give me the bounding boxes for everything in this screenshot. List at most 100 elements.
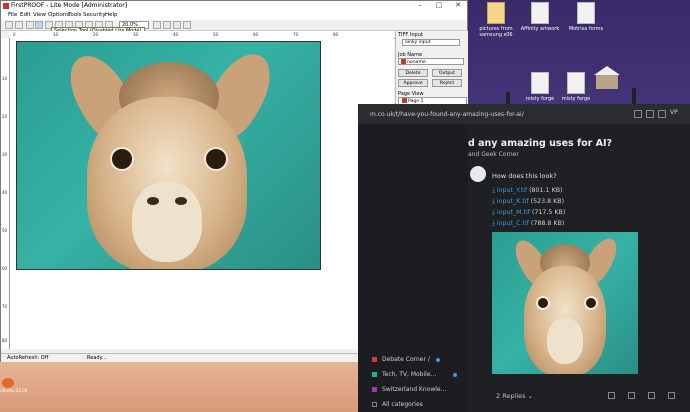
category-label: Switzerland Knowle...: [382, 386, 447, 393]
close-button[interactable]: ✕: [449, 1, 467, 10]
rotate-tool-icon[interactable]: [26, 21, 34, 29]
attachment-size: (523.8 KB): [530, 198, 565, 205]
category-switzerland[interactable]: Switzerland Knowle...: [372, 386, 446, 393]
menu-file[interactable]: File: [8, 12, 17, 18]
document-icon: [577, 2, 595, 24]
attachment-name: input_M.tif: [496, 209, 531, 216]
maximize-button[interactable]: □: [430, 1, 448, 10]
job-name-select[interactable]: noname: [398, 58, 464, 65]
window-title: FirstPROOF - Lite Mode [Administrator]: [11, 2, 128, 9]
desktop-icon-label: pictures from samsung s06: [479, 26, 513, 38]
desktop-icon-label: misty forge: [561, 96, 591, 102]
document-icon: [531, 72, 549, 94]
pointer-tool-icon[interactable]: [5, 21, 13, 29]
category-tech[interactable]: Tech, TV, Mobile...: [372, 371, 436, 378]
ruler-tick-label: 30: [2, 152, 8, 157]
attachment-link[interactable]: ⤓ input_Y.tif (801.1 KB): [492, 187, 562, 195]
approve-button[interactable]: Approve: [398, 79, 428, 87]
ruler-tick-label: 60: [2, 266, 8, 271]
llama-image: [16, 41, 321, 270]
actual-size-icon[interactable]: [163, 21, 171, 29]
fit-page-icon[interactable]: [153, 21, 161, 29]
attachment-link[interactable]: ⤓ input_C.tif (788.8 KB): [492, 220, 564, 228]
ruler-tick-label: 10: [53, 32, 59, 37]
ruler-tick-label: 40: [2, 190, 8, 195]
more-icon[interactable]: [648, 392, 655, 399]
all-categories-icon: [372, 402, 377, 407]
attachment-link[interactable]: ⤓ input_K.tif (523.8 KB): [492, 198, 564, 206]
ruler-left: 10 20 30 40 50 60 70 80: [1, 38, 10, 349]
ruler-tick-label: 40: [173, 32, 179, 37]
vpn-label: VP: [670, 109, 678, 116]
category-all[interactable]: All categories: [372, 401, 423, 408]
llama-snout: [132, 182, 202, 262]
menu-tools[interactable]: Tools: [68, 12, 82, 18]
desktop-icon-motrisa[interactable]: Motrisa forms: [558, 2, 614, 32]
category-color-icon: [372, 357, 377, 362]
selection-tool-icon[interactable]: [35, 21, 43, 29]
attachment-name: input_C.tif: [496, 220, 529, 227]
folder-icon: [487, 2, 505, 24]
extensions-icon[interactable]: [646, 110, 654, 118]
ruler-tick-label: 50: [2, 228, 8, 233]
job-name-value: noname: [407, 60, 426, 65]
document-icon: [567, 72, 585, 94]
menu-edit[interactable]: Edit: [20, 12, 31, 18]
menu-view[interactable]: View: [33, 12, 46, 18]
avatar[interactable]: [470, 166, 486, 182]
category-color-icon: [372, 387, 377, 392]
output-button[interactable]: Output: [432, 69, 462, 77]
forum-sidebar: Debate Corner / Tech, TV, Mobile... Swit…: [358, 124, 468, 412]
reject-button[interactable]: Reject: [432, 79, 462, 87]
delete-button[interactable]: Delete: [398, 69, 428, 77]
vpn-button[interactable]: VP: [670, 109, 678, 116]
address-bar[interactable]: m.co.uk/t/have-you-found-any-amazing-use…: [370, 109, 632, 120]
desktop-icon-label: Ubuntu 22.04: [0, 388, 28, 393]
attachment-link[interactable]: ⤓ input_M.tif (717.5 KB): [492, 209, 565, 217]
post-content: d any amazing uses for AI? and Geek Corn…: [468, 124, 690, 412]
ruler-tick-label: 80: [2, 338, 8, 343]
reply-icon[interactable]: [668, 392, 675, 399]
llama-eye-left: [536, 296, 550, 310]
attachment-size: (788.8 KB): [530, 220, 565, 227]
desktop-wallpaper-sand: [0, 355, 380, 412]
category-debate[interactable]: Debate Corner /: [372, 356, 430, 363]
ruler-tick-label: 70: [2, 304, 8, 309]
refresh-icon[interactable]: [183, 21, 191, 29]
menu-options[interactable]: Options: [48, 12, 69, 18]
desktop-icon-label: Affinity artwork: [520, 26, 560, 32]
desktop-icon-ubuntu[interactable]: Ubuntu 22.04: [0, 378, 28, 393]
topic-category[interactable]: and Geek Corner: [468, 151, 519, 158]
shield-icon[interactable]: [658, 110, 666, 118]
wallpaper-lamp: [632, 88, 636, 104]
menu-security[interactable]: Security: [83, 12, 106, 18]
like-icon[interactable]: [608, 392, 615, 399]
llama-nostril: [147, 197, 159, 205]
llama-snout: [547, 318, 583, 364]
minimize-button[interactable]: –: [411, 1, 429, 10]
desktop-icon-label: Motrisa forms: [568, 26, 604, 32]
tiff-input-select[interactable]: oinky input: [402, 39, 460, 46]
bookmark-icon[interactable]: [634, 110, 642, 118]
category-label: Tech, TV, Mobile...: [382, 371, 437, 378]
tiff-input-label: TIFF Input: [398, 32, 423, 38]
ready-status: Ready...: [87, 355, 107, 361]
menu-help[interactable]: Help: [105, 12, 118, 18]
browser-toolbar: m.co.uk/t/have-you-found-any-amazing-use…: [358, 104, 690, 125]
llama-eye-right: [584, 296, 598, 310]
ubuntu-icon: [2, 378, 14, 388]
unread-dot-icon: [436, 358, 440, 362]
fit-width-icon[interactable]: [173, 21, 181, 29]
post-image[interactable]: [492, 232, 638, 374]
replies-label: 2 Replies: [496, 392, 526, 400]
attachment-size: (717.5 KB): [531, 209, 566, 216]
category-color-icon: [372, 372, 377, 377]
ruler-tick-label: 20: [93, 32, 99, 37]
replies-button[interactable]: 2 Replies ⌄: [496, 392, 533, 400]
job-color-swatch: [401, 59, 406, 64]
unread-dot-icon: [453, 373, 457, 377]
chevron-down-icon: ⌄: [527, 392, 534, 400]
ruler-tick-label: 50: [213, 32, 219, 37]
link-icon[interactable]: [628, 392, 635, 399]
hand-tool-icon[interactable]: [15, 21, 23, 29]
